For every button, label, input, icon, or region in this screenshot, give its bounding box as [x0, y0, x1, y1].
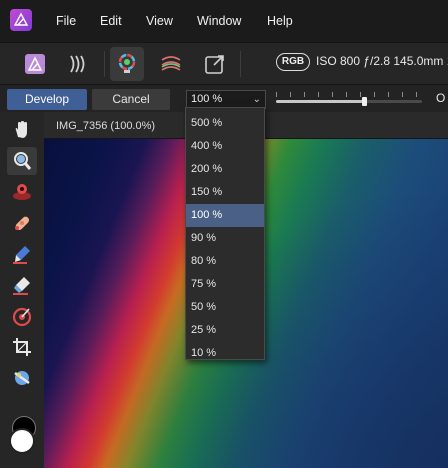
menu-edit[interactable]: Edit: [100, 14, 122, 28]
color-mode-badge: RGB: [276, 53, 310, 71]
zoom-option[interactable]: 25 %: [186, 319, 264, 342]
slider-handle[interactable]: [361, 97, 367, 106]
zoom-option[interactable]: 80 %: [186, 250, 264, 273]
context-option-label[interactable]: O: [436, 91, 445, 105]
zoom-option[interactable]: 50 %: [186, 296, 264, 319]
zoom-select-value: 100 %: [191, 93, 223, 105]
document-title: IMG_7356 (100.0%): [56, 120, 156, 132]
blemish-removal-tool-icon[interactable]: [7, 209, 37, 237]
zoom-option[interactable]: 100 %: [186, 204, 264, 227]
zoom-option[interactable]: 10 %: [186, 342, 264, 365]
slider-ticks: [276, 92, 422, 97]
tools-panel: [0, 112, 44, 468]
develop-button[interactable]: Develop: [7, 89, 87, 110]
zoom-option[interactable]: 200 %: [186, 158, 264, 181]
persona-toolbar: RGB ISO 800 ƒ/2.8 145.0mm 1: [0, 42, 448, 84]
zoom-option[interactable]: 75 %: [186, 273, 264, 296]
toolbar-divider: [240, 51, 241, 77]
hand-tool-icon[interactable]: [7, 116, 37, 144]
menu-file[interactable]: File: [56, 14, 76, 28]
zoom-option[interactable]: 500 %: [186, 112, 264, 135]
tone-mapping-persona-icon[interactable]: [154, 47, 188, 81]
cancel-button[interactable]: Cancel: [92, 89, 170, 110]
red-eye-tool-icon[interactable]: [7, 178, 37, 206]
radial-gradient-overlay-icon[interactable]: [7, 302, 37, 330]
zoom-dropdown-menu: 500 % 400 % 200 % 150 % 100 % 90 % 80 % 75 % 50 …: [185, 107, 265, 360]
zoom-slider[interactable]: [276, 92, 422, 108]
zoom-tool-icon[interactable]: [7, 147, 37, 175]
develop-persona-icon[interactable]: [110, 47, 144, 81]
menu-view[interactable]: View: [146, 14, 173, 28]
overlay-erase-tool-icon[interactable]: [7, 271, 37, 299]
toolbar-divider: [104, 51, 105, 77]
export-persona-icon[interactable]: [198, 47, 232, 81]
zoom-option[interactable]: 150 %: [186, 181, 264, 204]
chevron-down-icon: ⌄: [252, 94, 261, 105]
menu-bar: File Edit View Window Help: [0, 0, 448, 42]
zoom-option[interactable]: 90 %: [186, 227, 264, 250]
primary-color-swatch[interactable]: [9, 428, 35, 454]
liquify-persona-icon[interactable]: [62, 47, 96, 81]
menu-window[interactable]: Window: [197, 14, 241, 28]
white-balance-tool-icon[interactable]: [7, 364, 37, 392]
photo-persona-icon[interactable]: [18, 47, 52, 81]
affinity-photo-logo-icon[interactable]: [10, 9, 32, 31]
zoom-option[interactable]: 400 %: [186, 135, 264, 158]
overlay-paint-tool-icon[interactable]: [7, 240, 37, 268]
menu-help[interactable]: Help: [267, 14, 293, 28]
exif-info: ISO 800 ƒ/2.8 145.0mm 1: [316, 54, 448, 68]
slider-fill: [276, 100, 364, 103]
crop-tool-icon[interactable]: [7, 333, 37, 361]
